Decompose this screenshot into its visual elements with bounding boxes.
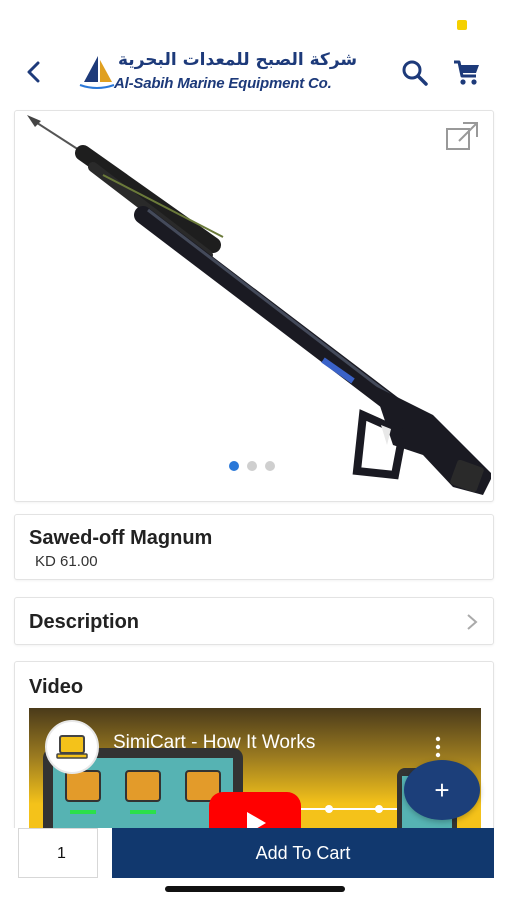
sailboat-logo-icon — [79, 56, 115, 89]
description-row[interactable]: Description — [14, 597, 494, 645]
chevron-right-icon — [467, 614, 478, 630]
product-name: Sawed-off Magnum — [29, 527, 213, 549]
status-indicator — [457, 20, 467, 30]
more-vertical-icon[interactable] — [435, 736, 441, 758]
app-header: شركة الصبح للمعدات البحرية Al-Sabih Mari… — [0, 40, 507, 104]
product-price: KD 61.00 — [35, 553, 98, 570]
image-pagination — [229, 461, 275, 471]
back-button[interactable] — [20, 58, 48, 86]
channel-avatar — [45, 720, 99, 774]
add-to-cart-button[interactable]: Add To Cart — [112, 828, 494, 878]
cart-button[interactable] — [452, 58, 482, 88]
video-title: SimiCart - How It Works — [113, 732, 316, 753]
add-fab-button[interactable]: + — [404, 760, 480, 820]
laptop-icon — [56, 735, 88, 759]
logo-arabic-text: شركة الصبح للمعدات البحرية — [118, 50, 358, 70]
search-icon — [402, 60, 428, 86]
shopping-cart-icon — [454, 60, 479, 85]
brand-logo: شركة الصبح للمعدات البحرية Al-Sabih Mari… — [78, 50, 368, 96]
pagination-dot[interactable] — [265, 461, 275, 471]
speargun-image[interactable] — [23, 115, 491, 501]
expand-image-button[interactable] — [445, 121, 479, 151]
external-link-icon — [446, 122, 478, 150]
purchase-bar: 1 Add To Cart — [0, 828, 507, 900]
video-label: Video — [29, 676, 84, 698]
pagination-dot[interactable] — [229, 461, 239, 471]
pagination-dot[interactable] — [247, 461, 257, 471]
quantity-input[interactable]: 1 — [18, 828, 98, 878]
logo-english-text: Al-Sabih Marine Equipment Co. — [114, 75, 332, 92]
chevron-left-icon — [27, 61, 40, 83]
product-info-card: Sawed-off Magnum KD 61.00 — [14, 514, 494, 580]
product-image-card — [14, 110, 494, 502]
home-indicator — [165, 886, 345, 892]
search-button[interactable] — [400, 58, 430, 88]
description-label: Description — [29, 611, 140, 633]
